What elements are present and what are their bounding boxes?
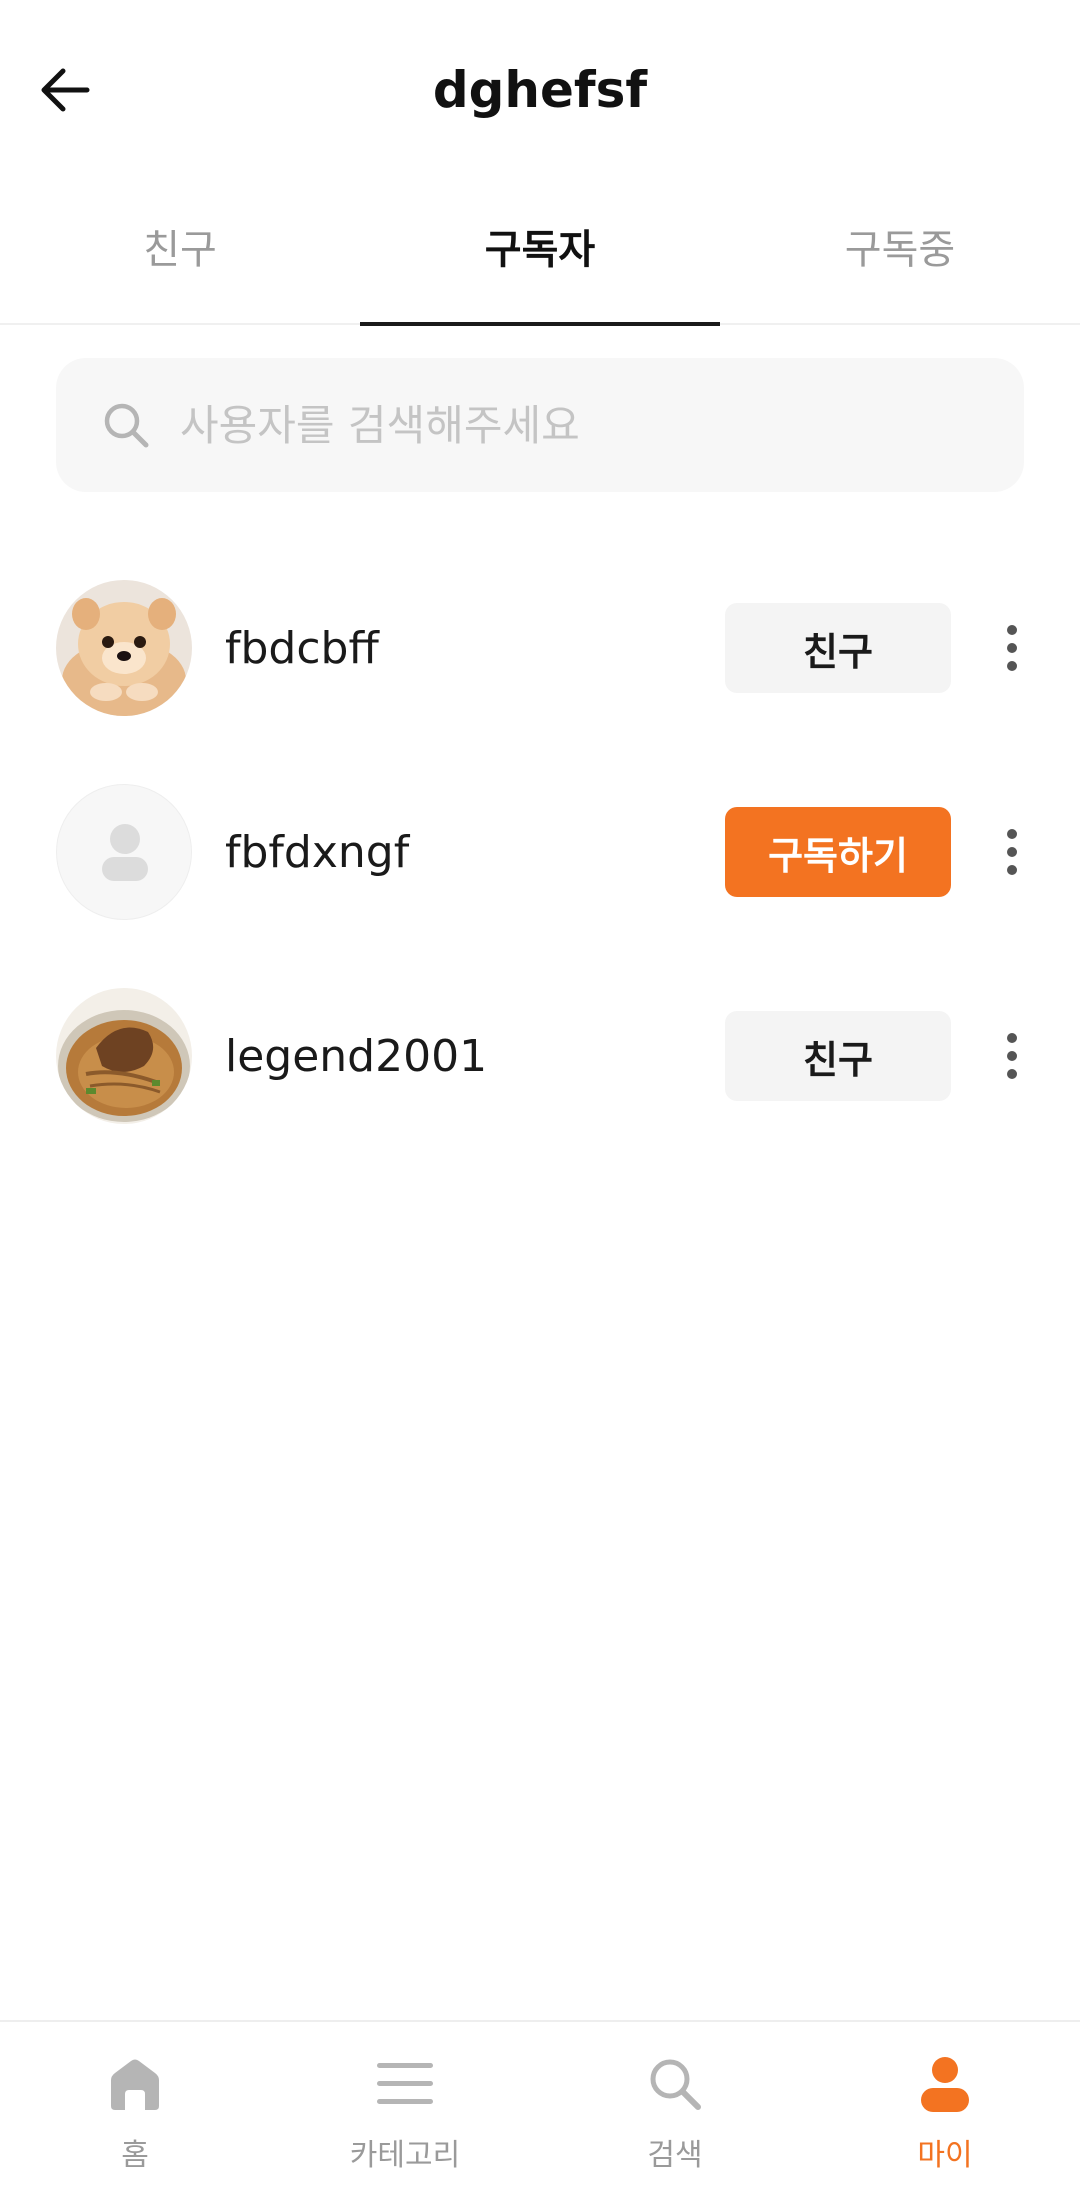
avatar[interactable]	[56, 784, 192, 920]
avatar[interactable]	[56, 988, 192, 1124]
nav-label: 카테고리	[349, 2138, 461, 2173]
more-vertical-icon	[1007, 829, 1017, 839]
tab-subscribers[interactable]: 구독자	[360, 210, 720, 326]
more-options-button[interactable]	[990, 1011, 1034, 1101]
page-title: dghefsf	[432, 61, 648, 119]
list-item[interactable]: fbfdxngf 구독하기	[0, 750, 1080, 954]
friend-button[interactable]: 친구	[725, 603, 951, 693]
search-icon	[98, 397, 154, 453]
username[interactable]: legend2001	[225, 1031, 487, 1082]
user-list: fbdcbff 친구 fbfdxngf 구독하기 legend2001 친구	[0, 546, 1080, 1158]
tab-friends[interactable]: 친구	[0, 210, 360, 323]
more-options-button[interactable]	[990, 807, 1034, 897]
header: dghefsf	[0, 0, 1080, 180]
subscribe-button[interactable]: 구독하기	[725, 807, 951, 897]
nav-my[interactable]: 마이	[810, 2022, 1080, 2190]
list-item[interactable]: fbdcbff 친구	[0, 546, 1080, 750]
nav-category[interactable]: 카테고리	[270, 2022, 540, 2190]
user-icon	[913, 2052, 977, 2116]
menu-icon	[373, 2052, 437, 2116]
more-options-button[interactable]	[990, 603, 1034, 693]
list-item[interactable]: legend2001 친구	[0, 954, 1080, 1158]
friend-button[interactable]: 친구	[725, 1011, 951, 1101]
nav-search[interactable]: 검색	[540, 2022, 810, 2190]
search-input[interactable]	[180, 400, 960, 450]
default-avatar-icon	[102, 824, 148, 881]
username[interactable]: fbfdxngf	[225, 827, 409, 878]
bottom-nav: 홈 카테고리 검색 마이	[0, 2020, 1080, 2190]
more-vertical-icon	[1007, 1033, 1017, 1043]
search-icon	[643, 2052, 707, 2116]
avatar[interactable]	[56, 580, 192, 716]
nav-home[interactable]: 홈	[0, 2022, 270, 2190]
tab-subscribing[interactable]: 구독중	[720, 210, 1080, 323]
username[interactable]: fbdcbff	[225, 623, 379, 674]
nav-label: 마이	[917, 2138, 973, 2173]
tab-bar: 친구 구독자 구독중	[0, 210, 1080, 326]
nav-label: 홈	[121, 2138, 149, 2173]
home-icon	[103, 2052, 167, 2116]
nav-label: 검색	[647, 2138, 703, 2173]
more-vertical-icon	[1007, 625, 1017, 635]
search-box[interactable]	[56, 358, 1024, 492]
